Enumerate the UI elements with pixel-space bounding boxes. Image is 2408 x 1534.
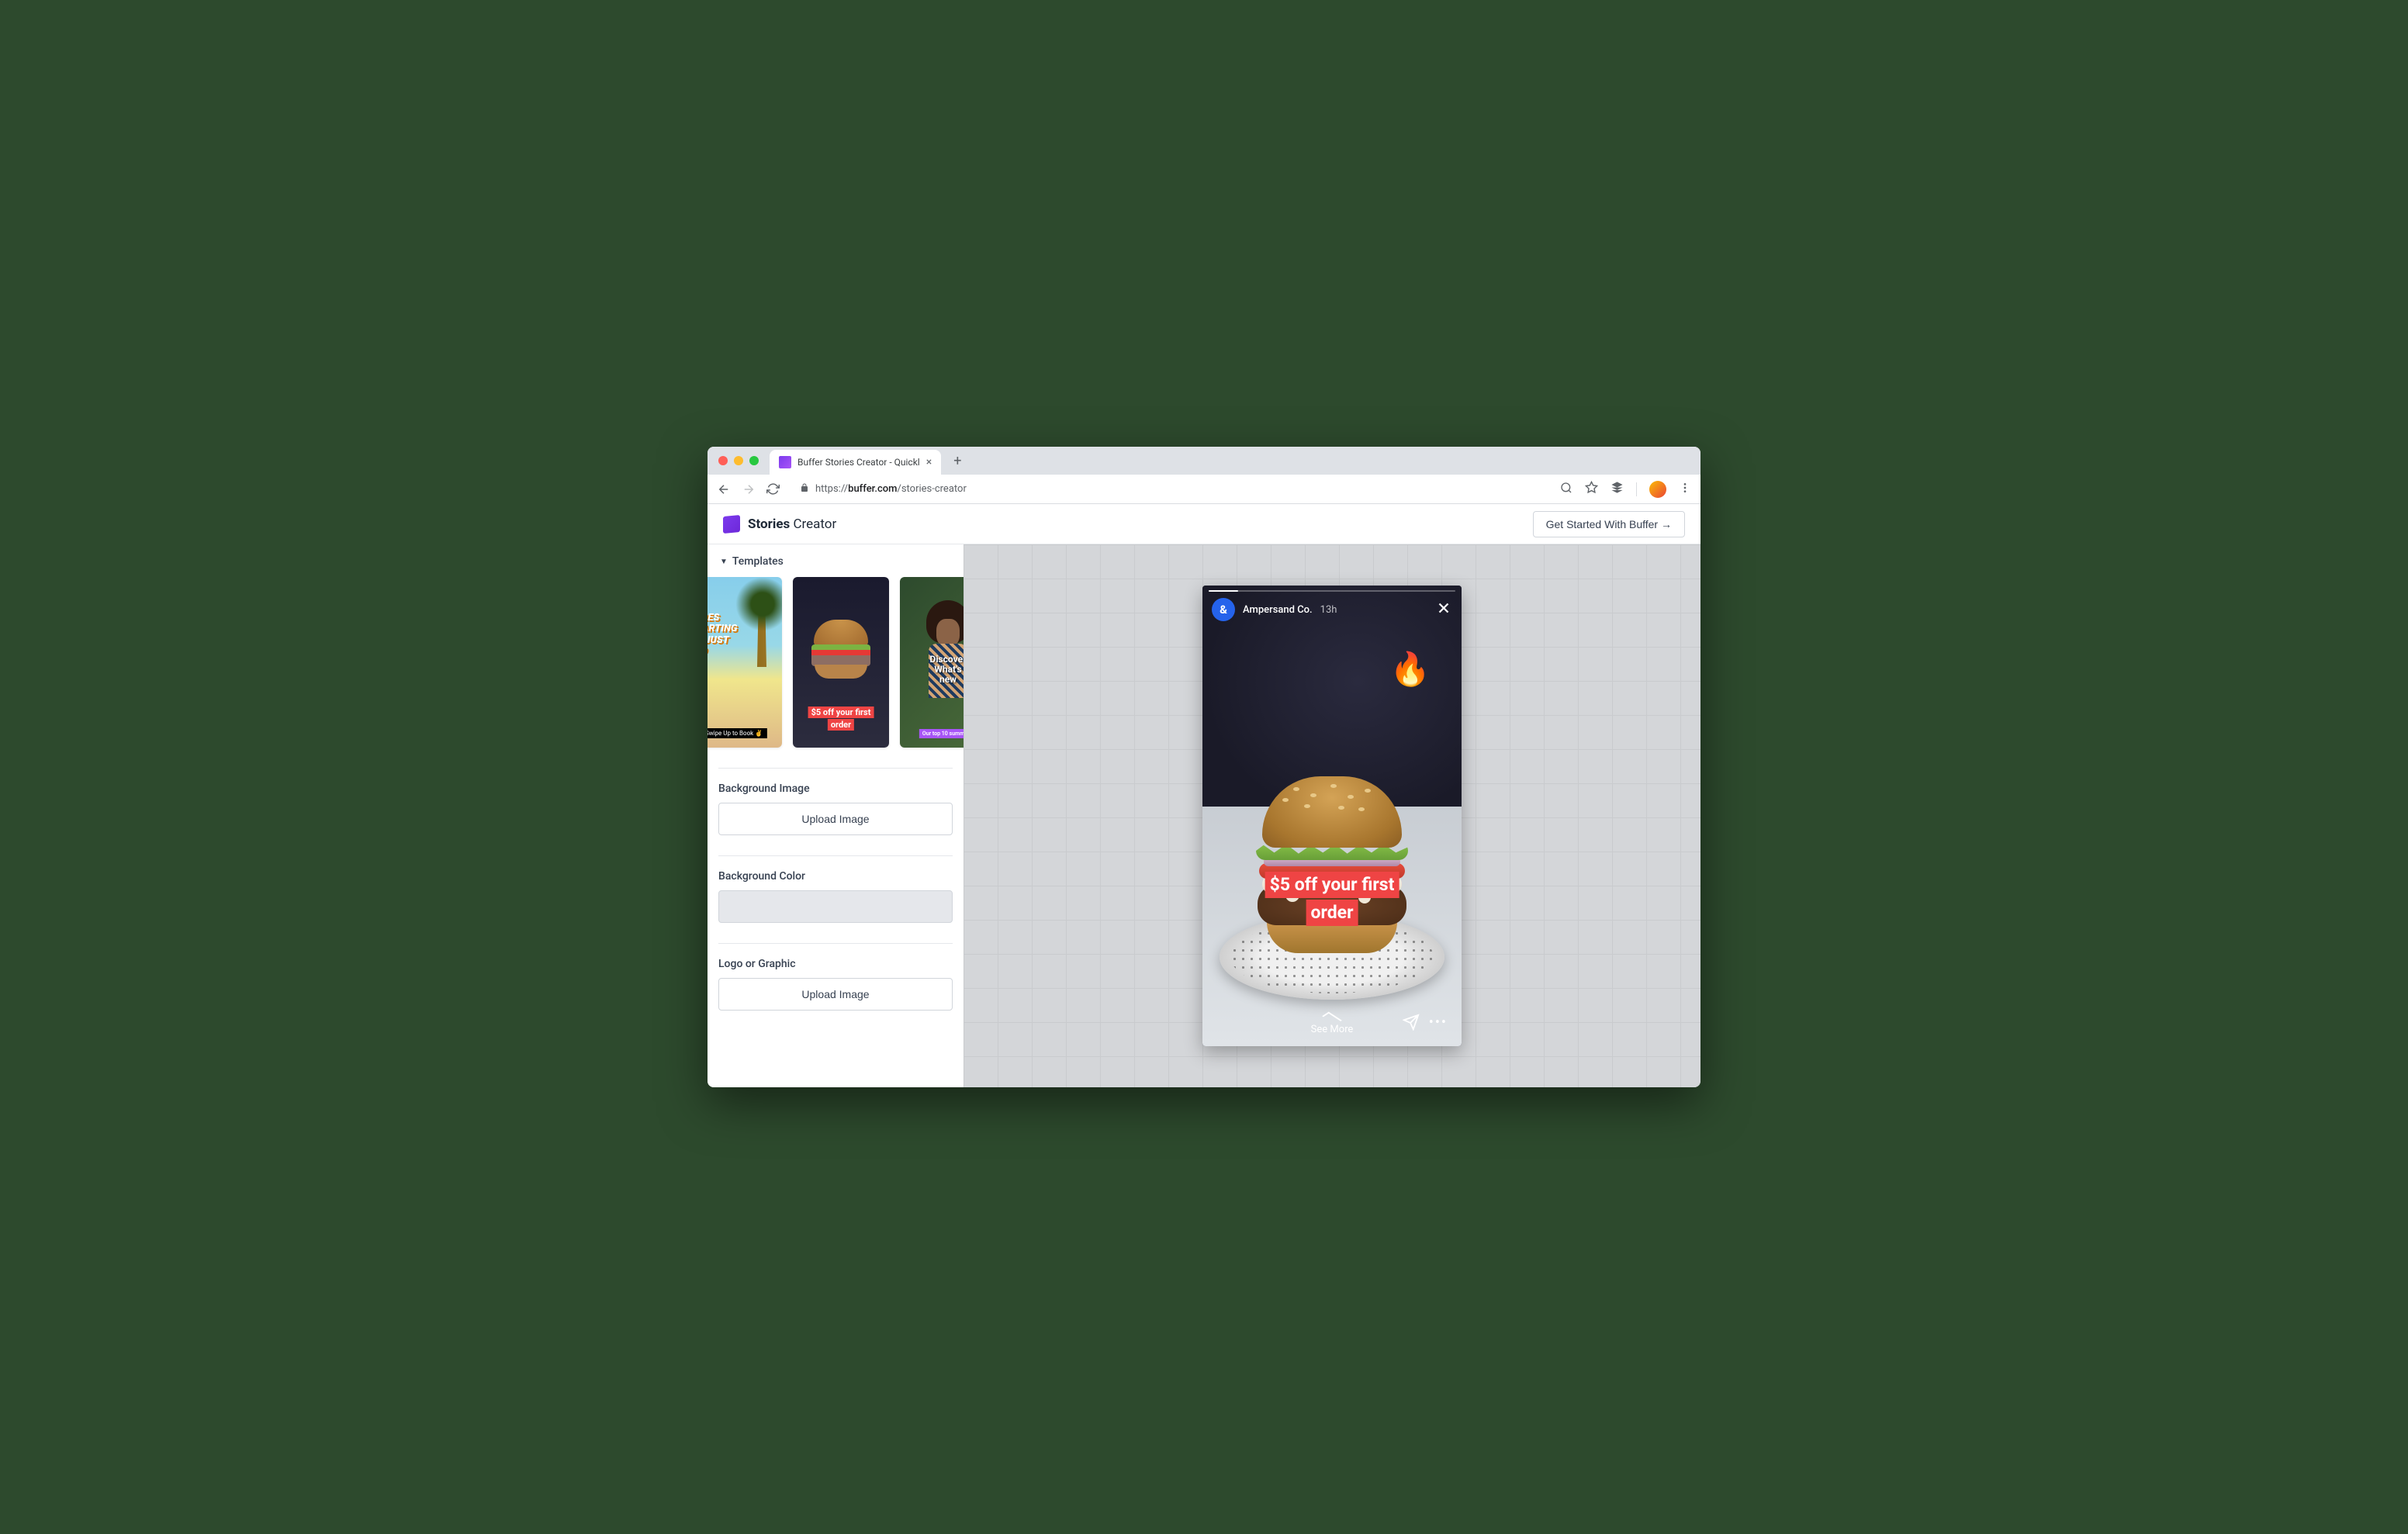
app-brand[interactable]: Stories Creator xyxy=(723,516,836,533)
app-header: Stories Creator Get Started With Buffer … xyxy=(708,504,1700,544)
url-text: https://buffer.com/stories-creator xyxy=(815,483,967,495)
template-headline: Discover What's new xyxy=(930,655,964,686)
toolbar-divider xyxy=(1636,482,1637,496)
app-body: ▼ Templates FARES STARTING AT JUST $59 S… xyxy=(708,544,1700,1087)
logo-label: Logo or Graphic xyxy=(718,958,953,970)
browser-window: Buffer Stories Creator - Quickl × + http… xyxy=(708,447,1700,1087)
bg-image-label: Background Image xyxy=(718,783,953,795)
tab-bar: Buffer Stories Creator - Quickl × + xyxy=(708,447,1700,475)
lock-icon xyxy=(800,483,809,495)
reload-icon[interactable] xyxy=(766,482,780,496)
close-window-button[interactable] xyxy=(718,456,728,465)
divider xyxy=(718,768,953,769)
sidebar: ▼ Templates FARES STARTING AT JUST $59 S… xyxy=(708,544,964,1087)
divider xyxy=(718,943,953,944)
zoom-icon[interactable] xyxy=(1560,482,1572,497)
window-controls xyxy=(714,456,763,465)
upload-bg-image-button[interactable]: Upload Image xyxy=(718,803,953,835)
template-badge: Our top 10 summer p xyxy=(919,729,964,738)
brand-logo-icon xyxy=(723,515,740,534)
new-tab-button[interactable]: + xyxy=(947,453,967,469)
background-color-section: Background Color xyxy=(708,870,964,938)
templates-row: FARES STARTING AT JUST $59 Swipe Up to B… xyxy=(708,577,964,763)
forward-icon[interactable] xyxy=(742,482,756,496)
burger-thumbnail-icon xyxy=(810,620,872,682)
template-headline: FARES STARTING AT JUST $59 xyxy=(708,613,737,657)
divider xyxy=(718,855,953,856)
person-thumbnail-icon xyxy=(925,600,964,701)
story-username[interactable]: Ampersand Co. xyxy=(1243,604,1313,616)
background-image-section: Background Image Upload Image xyxy=(708,783,964,851)
story-avatar[interactable]: & xyxy=(1212,598,1235,621)
story-progress-bar xyxy=(1209,590,1455,592)
story-footer: See More xyxy=(1202,1024,1462,1035)
template-card[interactable]: $5 off your first order xyxy=(793,577,889,748)
address-bar[interactable]: https://buffer.com/stories-creator xyxy=(791,479,1549,500)
profile-avatar[interactable] xyxy=(1649,481,1666,498)
templates-label: Templates xyxy=(732,555,784,568)
story-text-line: $5 off your first xyxy=(1265,872,1399,898)
template-card[interactable]: Discover What's new Our top 10 summer p xyxy=(900,577,964,748)
menu-icon[interactable] xyxy=(1679,482,1691,497)
story-header: & Ampersand Co. 13h xyxy=(1212,598,1452,621)
close-tab-icon[interactable]: × xyxy=(926,456,932,468)
see-more-button[interactable]: See More xyxy=(1311,1024,1354,1035)
bg-color-swatch[interactable] xyxy=(718,890,953,923)
templates-header[interactable]: ▼ Templates xyxy=(708,555,964,568)
caret-down-icon: ▼ xyxy=(720,558,728,566)
upload-logo-button[interactable]: Upload Image xyxy=(718,978,953,1011)
back-icon[interactable] xyxy=(717,482,731,496)
tab-favicon-icon xyxy=(779,456,791,468)
more-icon[interactable]: ••• xyxy=(1429,1014,1448,1031)
story-timestamp: 13h xyxy=(1320,604,1337,616)
story-preview[interactable]: & Ampersand Co. 13h xyxy=(1202,586,1462,1046)
logo-section: Logo or Graphic Upload Image xyxy=(708,958,964,1026)
story-text-overlay[interactable]: $5 off your first order xyxy=(1265,871,1399,927)
brand-text: Stories Creator xyxy=(748,517,836,532)
template-text-line: $5 off your first xyxy=(808,707,874,718)
get-started-button[interactable]: Get Started With Buffer → xyxy=(1533,511,1685,537)
story-text-line: order xyxy=(1306,900,1358,926)
canvas[interactable]: & Ampersand Co. 13h xyxy=(964,544,1700,1087)
minimize-window-button[interactable] xyxy=(734,456,743,465)
extension-buffer-icon[interactable] xyxy=(1611,481,1624,497)
browser-tab[interactable]: Buffer Stories Creator - Quickl × xyxy=(770,450,941,475)
toolbar-icons xyxy=(1560,481,1691,498)
fire-emoji-icon[interactable]: 🔥 xyxy=(1390,651,1431,689)
star-icon[interactable] xyxy=(1585,481,1598,497)
maximize-window-button[interactable] xyxy=(749,456,759,465)
close-icon[interactable] xyxy=(1435,599,1452,620)
tab-title: Buffer Stories Creator - Quickl xyxy=(797,457,920,468)
template-text-line: order xyxy=(828,719,854,731)
send-icon[interactable] xyxy=(1403,1014,1420,1034)
url-bar: https://buffer.com/stories-creator xyxy=(708,475,1700,504)
template-badge: Swipe Up to Book ✌️ xyxy=(708,728,767,738)
template-card[interactable]: FARES STARTING AT JUST $59 Swipe Up to B… xyxy=(708,577,782,748)
bg-color-label: Background Color xyxy=(718,870,953,883)
